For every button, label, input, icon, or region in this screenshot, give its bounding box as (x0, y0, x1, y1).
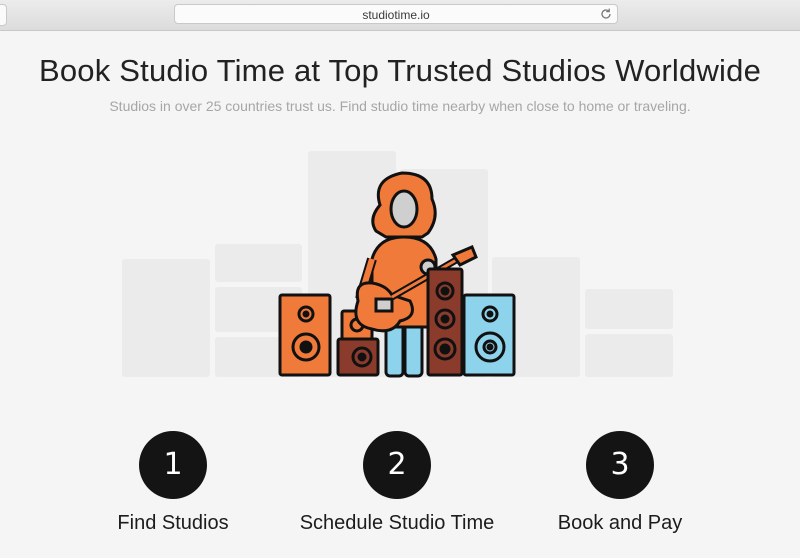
url-text: studiotime.io (362, 8, 430, 22)
page-title: Book Studio Time at Top Trusted Studios … (38, 53, 762, 88)
address-bar[interactable]: studiotime.io (174, 4, 618, 24)
browser-tab-stub[interactable] (0, 4, 7, 26)
left-speaker (278, 293, 332, 377)
step-label: Find Studios (117, 512, 229, 534)
step-schedule-studio-time: 2 Schedule Studio Time (287, 431, 507, 535)
page-subtitle: Studios in over 25 countries trust us. F… (109, 98, 691, 114)
right-speaker (462, 293, 516, 377)
step-find-studios: 1 Find Studios (63, 431, 283, 535)
step-label: Book and Pay (557, 512, 683, 534)
step-number-badge: 2 (363, 431, 431, 499)
landing-page: Book Studio Time at Top Trusted Studios … (0, 31, 800, 558)
step-book-and-pay: 3 Book and Pay (510, 431, 730, 535)
guitarist-with-speakers-illustration (122, 151, 673, 378)
step-number-badge: 3 (586, 431, 654, 499)
step-label: Schedule Studio Time (299, 512, 495, 534)
browser-toolbar: studiotime.io (0, 0, 800, 31)
reload-icon[interactable] (599, 7, 613, 21)
tall-speaker (426, 267, 464, 377)
step-number-badge: 1 (139, 431, 207, 499)
